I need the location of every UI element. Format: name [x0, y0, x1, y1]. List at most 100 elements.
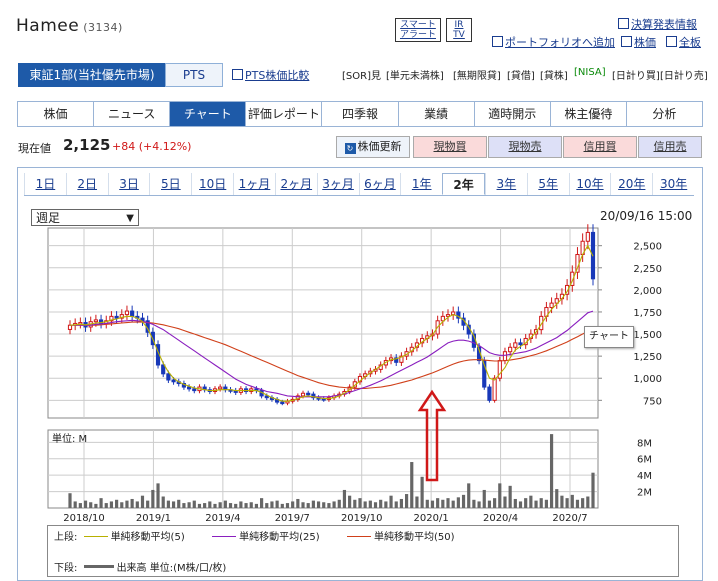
volume-bar — [565, 498, 569, 508]
ma5-swatch — [83, 536, 108, 537]
volume-bar — [368, 500, 372, 508]
volume-bar — [239, 501, 243, 508]
volume-unit-label: 単位: M — [52, 432, 87, 445]
price-tick-label: 1,500 — [633, 330, 662, 341]
volume-bar — [244, 503, 248, 508]
candle-body — [502, 351, 508, 362]
volume-bar — [456, 497, 460, 508]
volume-bar — [270, 501, 274, 508]
volume-bar — [83, 500, 88, 508]
volume-bar — [436, 498, 440, 508]
candle-body — [280, 401, 285, 405]
volume-bar — [420, 476, 424, 508]
volume-bar — [213, 503, 217, 508]
volume-bar — [404, 494, 409, 508]
volume-bar — [461, 494, 466, 508]
volume-tick-label: 4M — [637, 471, 652, 482]
volume-bar — [363, 501, 367, 508]
candle-body — [171, 379, 176, 383]
candle-body — [67, 324, 73, 330]
volume-plot-area — [47, 429, 599, 509]
volume-bar — [539, 498, 543, 508]
volume-bar — [125, 500, 129, 508]
volume-bar — [182, 503, 186, 508]
x-tick-label: 2019/7 — [275, 513, 310, 524]
volume-bar — [306, 503, 310, 508]
volume-bar — [591, 472, 595, 508]
candle-body — [492, 377, 497, 401]
volume-bar — [285, 503, 290, 508]
price-tick-label: 1,250 — [633, 352, 662, 363]
volume-bar — [161, 496, 165, 508]
candle-body — [549, 302, 554, 309]
volume-bar — [467, 483, 471, 508]
volume-bar — [524, 498, 528, 508]
price-tick-label: 2,500 — [633, 242, 662, 253]
volume-bar — [498, 483, 502, 508]
x-tick-label: 2020/1 — [414, 513, 449, 524]
volume-bar — [544, 499, 548, 508]
volume-bar — [260, 498, 264, 508]
volume-bar — [586, 496, 590, 508]
price-tick-label: 750 — [643, 396, 662, 407]
ma50-swatch — [347, 536, 372, 537]
volume-bar — [555, 489, 559, 508]
volume-bar — [518, 501, 523, 508]
legend-lower-label: 下段: — [54, 563, 78, 574]
chart-legend: 上段: 単純移動平均(5) 単純移動平均(25) 単純移動平均(50) 下段: … — [47, 525, 679, 577]
volume-tick-label: 2M — [637, 488, 652, 499]
candle-body — [487, 386, 492, 401]
volume-bar — [384, 501, 388, 508]
ma25-swatch — [212, 536, 237, 537]
volume-bar — [560, 495, 564, 508]
volume-bar — [493, 498, 497, 508]
volume-bar — [332, 501, 336, 508]
volume-bar — [534, 500, 538, 508]
candle-body — [513, 342, 518, 348]
x-tick-label: 2019/1 — [136, 513, 171, 524]
volume-bar — [218, 502, 222, 508]
volume-bar — [477, 501, 481, 508]
legend-ma50: 単純移動平均(50) — [374, 532, 455, 543]
volume-bar — [327, 503, 331, 508]
volume-bar — [425, 499, 429, 508]
volume-bar — [265, 503, 269, 508]
legend-lower-row: 下段: 出来高 単位:(M株/口/枚) — [54, 559, 226, 574]
price-tick-label: 1,000 — [633, 374, 662, 385]
volume-bar — [301, 502, 305, 508]
volume-bar — [234, 503, 238, 508]
x-tick-label: 2019/4 — [205, 513, 240, 524]
candle-body — [218, 386, 223, 390]
volume-swatch — [83, 565, 114, 568]
candle-body — [300, 392, 306, 397]
volume-bar — [109, 501, 114, 508]
volume-bar — [99, 498, 103, 508]
price-plot-area — [47, 227, 599, 419]
candle-body — [508, 346, 513, 353]
volume-bar — [394, 501, 398, 508]
volume-bar — [208, 501, 212, 508]
volume-bar — [115, 499, 119, 508]
candle-body — [166, 373, 171, 381]
volume-bar — [575, 499, 580, 508]
volume-bar — [151, 489, 155, 508]
volume-bar — [177, 499, 181, 508]
x-tick-label: 2020/4 — [483, 513, 518, 524]
volume-bar — [353, 499, 357, 508]
volume-bar — [254, 503, 259, 508]
volume-bar — [203, 503, 207, 508]
volume-tick-label: 8M — [637, 438, 652, 449]
volume-bar — [146, 500, 150, 508]
volume-bar — [441, 499, 445, 508]
volume-bar — [389, 495, 393, 508]
volume-bar — [487, 500, 492, 508]
volume-bar — [130, 498, 134, 508]
volume-bar — [529, 495, 533, 508]
volume-bar — [171, 501, 176, 508]
volume-bar — [570, 494, 574, 508]
x-tick-label: 2019/10 — [341, 513, 383, 524]
candle-body — [130, 310, 135, 317]
volume-bar — [415, 496, 419, 508]
volume-bar — [311, 500, 315, 508]
volume-bar — [430, 500, 435, 508]
